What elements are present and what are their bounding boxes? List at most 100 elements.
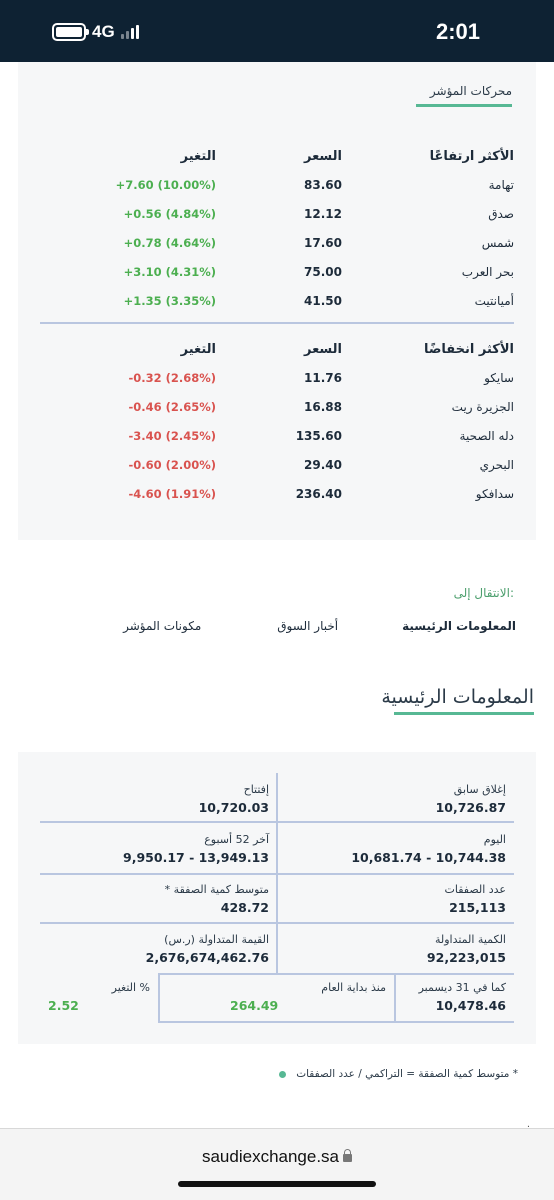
stock-change: +1.35 (3.35%) [123,293,216,308]
stock-name[interactable]: الجزيرة ريت [342,400,514,414]
main-info-underline [394,712,534,715]
stock-change: -4.60 (1.91%) [128,486,216,501]
open-value: 10,720.03 [198,800,269,815]
table-row[interactable]: سدافكو 236.40 -4.60 (1.91%) [40,479,514,508]
pct-change-label: % التغير [111,981,150,994]
volume-cell: الكمية المتداولة 92,223,015 [286,933,506,965]
stock-change: +0.56 (4.84%) [123,206,216,221]
clock: 2:01 [435,19,480,44]
turnover-label: القيمة المتداولة (ر.س) [164,933,269,946]
ytd-label: منذ بداية العام [321,981,386,994]
stock-name[interactable]: البحري [342,458,514,472]
table-row[interactable]: البحري 29.40 -0.60 (2.00%) [40,450,514,479]
stock-price: 236.40 [295,486,342,501]
stock-price: 29.40 [304,457,342,472]
prev-close-value: 10,726.87 [435,800,506,815]
prev-close-cell: إغلاق سابق 10,726.87 [286,783,506,815]
stock-change: +3.10 (4.31%) [123,264,216,279]
home-indicator[interactable] [178,1181,376,1187]
movers-title: محركات المؤشر [429,84,512,98]
lock-icon [343,1148,353,1162]
grid-divider [40,922,514,924]
as-of-cell: كما في 31 ديسمبر 10,478.46 [400,981,506,1013]
ytd-cell: منذ بداية العام 264.49 [160,981,386,1013]
stock-change: -0.46 (2.65%) [128,399,216,414]
url-text[interactable]: saudiexchange.sa [202,1147,339,1166]
stock-price: 83.60 [304,177,342,192]
stock-price: 75.00 [304,264,342,279]
table-row[interactable]: الجزيرة ريت 16.88 -0.46 (2.65%) [40,392,514,421]
avg-trade-value: 428.72 [220,900,269,915]
movers-title-underline [416,104,512,107]
table-row[interactable]: أميانتيت 41.50 +1.35 (3.35%) [40,286,514,315]
stock-price: 41.50 [304,293,342,308]
as-of-value: 10,478.46 [435,998,506,1013]
table-row[interactable]: صدق 12.12 +0.56 (4.84%) [40,199,514,228]
losers-header-price: السعر [304,341,342,357]
battery-icon [52,23,89,41]
index-movers-panel: محركات المؤشر الأكثر ارتفاعًا السعر التغ… [18,62,536,540]
main-info-panel: إغلاق سابق 10,726.87 إفتتاح 10,720.03 ال… [18,752,536,1044]
avg-trade-label: متوسط كمية الصفقة * [164,883,269,896]
table-row[interactable]: تهامة 83.60 +7.60 (10.00%) [40,170,514,199]
stock-name[interactable]: سايكو [342,371,514,385]
pct-change-value: 2.52 [48,998,79,1013]
stock-name[interactable]: شمس [342,236,514,250]
stock-change: +7.60 (10.00%) [115,177,216,192]
trades-cell: عدد الصفقات 215,113 [286,883,506,915]
today-range-value: 10,681.74 - 10,744.38 [351,850,506,865]
ytd-value: 264.49 [230,998,279,1013]
prev-close-label: إغلاق سابق [453,783,506,796]
trades-label: عدد الصفقات [444,883,506,896]
trades-value: 215,113 [449,900,506,915]
stock-name[interactable]: أميانتيت [342,294,514,308]
top-gainers-table: الأكثر ارتفاعًا السعر التغير تهامة 83.60… [40,142,514,315]
week52-range-cell: آخر 52 أسبوع 9,950.17 - 13,949.13 [49,833,269,865]
stock-name[interactable]: دله الصحية [342,429,514,443]
nav-link-main-info[interactable]: المعلومات الرئيسية [402,619,516,633]
grid-divider [394,973,396,1022]
grid-divider [40,821,514,823]
gainers-header-row: الأكثر ارتفاعًا السعر التغير [40,142,514,170]
avg-trade-cell: متوسط كمية الصفقة * 428.72 [49,883,269,915]
stock-name[interactable]: صدق [342,207,514,221]
volume-label: الكمية المتداولة [434,933,506,946]
browser-address-bar[interactable]: saudiexchange.sa [0,1128,554,1200]
top-losers-table: الأكثر انخفاضًا السعر التغير سايكو 11.76… [40,335,514,508]
url-display[interactable]: saudiexchange.sa [0,1147,554,1167]
today-range-label: اليوم [483,833,506,846]
stock-price: 11.76 [304,370,342,385]
losers-header-row: الأكثر انخفاضًا السعر التغير [40,335,514,363]
movers-divider [40,322,514,324]
stock-price: 135.60 [295,428,342,443]
gainers-header-change: التغير [180,148,216,164]
grid-divider [158,973,514,975]
open-cell: إفتتاح 10,720.03 [49,783,269,815]
stock-name[interactable]: تهامة [342,178,514,192]
losers-header-name: الأكثر انخفاضًا [423,341,514,357]
losers-header-change: التغير [180,341,216,357]
table-row[interactable]: شمس 17.60 +0.78 (4.64%) [40,228,514,257]
nav-link-index-constituents[interactable]: مكونات المؤشر [123,619,201,633]
stock-change: -0.32 (2.68%) [128,370,216,385]
open-label: إفتتاح [243,783,269,796]
stock-name[interactable]: سدافكو [342,487,514,501]
volume-value: 92,223,015 [426,950,506,965]
grid-divider [158,1021,514,1023]
turnover-cell: القيمة المتداولة (ر.س) 2,676,674,462.76 [49,933,269,965]
pct-change-cell: % التغير 2.52 [48,981,150,1013]
table-row[interactable]: سايكو 11.76 -0.32 (2.68%) [40,363,514,392]
stock-name[interactable]: بحر العرب [342,265,514,279]
table-row[interactable]: دله الصحية 135.60 -3.40 (2.45%) [40,421,514,450]
footnote: * متوسط كمية الصفقة = التراكمي / عدد الص… [279,1068,518,1080]
as-of-label: كما في 31 ديسمبر [418,981,506,994]
main-info-title: المعلومات الرئيسية [381,686,534,708]
table-row[interactable]: بحر العرب 75.00 +3.10 (4.31%) [40,257,514,286]
turnover-value: 2,676,674,462.76 [145,950,269,965]
stock-change: +0.78 (4.64%) [123,235,216,250]
stock-price: 17.60 [304,235,342,250]
nav-link-market-news[interactable]: أخبار السوق [277,619,338,633]
navigate-to-label: الانتقال إلى: [453,586,514,600]
footnote-text: * متوسط كمية الصفقة = التراكمي / عدد الص… [296,1068,518,1080]
network-type: 4G [92,22,115,41]
